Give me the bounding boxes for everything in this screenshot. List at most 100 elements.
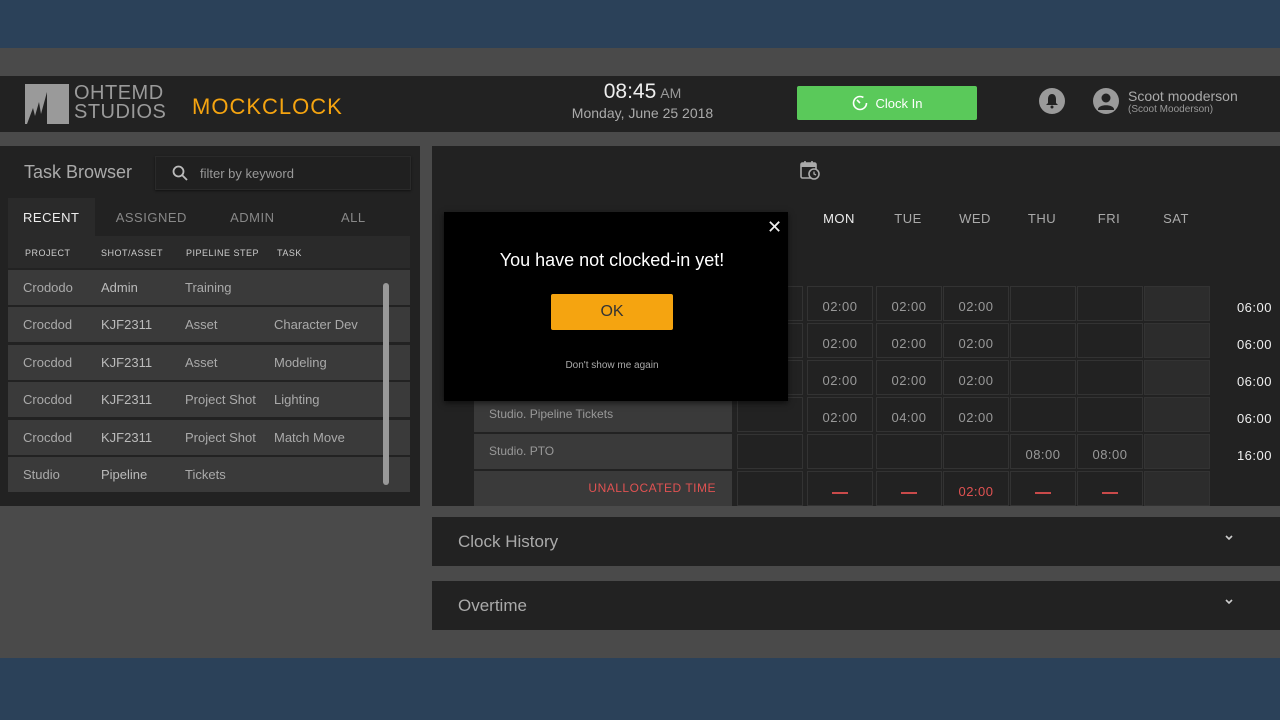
timesheet-cell-sun[interactable]	[737, 434, 803, 469]
task-cell-shot: KJF2311	[101, 317, 153, 333]
notification-bell-icon[interactable]	[1039, 88, 1065, 114]
search-box[interactable]	[155, 156, 411, 190]
timesheet-cell[interactable]: 02:00	[943, 286, 1009, 321]
dash-indicator	[832, 492, 848, 494]
col-project[interactable]: PROJECT	[25, 248, 71, 258]
timesheet-cell[interactable]: 02:00	[807, 360, 873, 395]
task-cell-project: Crocdod	[23, 354, 73, 370]
tab-assigned[interactable]: ASSIGNED	[95, 198, 208, 236]
timesheet-cell[interactable]	[1010, 360, 1076, 395]
task-cell-project: Crocdod	[23, 392, 73, 408]
timesheet-cell[interactable]: 02:00	[876, 286, 942, 321]
task-browser-panel: Task Browser RECENT ASSIGNED ADMIN ALL P…	[0, 146, 420, 506]
unallocated-time-label: UNALLOCATED TIME	[474, 471, 732, 506]
tab-admin[interactable]: ADMIN	[208, 198, 296, 236]
timesheet-cell[interactable]	[1144, 360, 1210, 395]
clock-history-section[interactable]: Clock History	[432, 517, 1280, 566]
task-cell-project: Crododo	[23, 280, 73, 295]
task-table-header: PROJECT SHOT/ASSET PIPELINE STEP TASK	[8, 236, 410, 268]
task-cell-step: Asset	[185, 317, 218, 333]
clock-history-title: Clock History	[458, 532, 559, 551]
current-date: Monday, June 25 2018	[571, 105, 714, 121]
task-cell-step: Training	[185, 280, 232, 295]
timesheet-cell[interactable]: 02:00	[943, 360, 1009, 395]
timesheet-cell[interactable]	[876, 434, 942, 469]
unallocated-cell-empty[interactable]	[876, 471, 942, 506]
timesheet-cell-sun[interactable]	[737, 471, 803, 506]
timesheet-cell[interactable]	[1144, 323, 1210, 358]
timesheet-cell[interactable]	[1077, 397, 1143, 432]
timesheet-cell[interactable]	[1010, 323, 1076, 358]
col-task[interactable]: TASK	[277, 248, 302, 258]
search-input[interactable]	[200, 165, 380, 181]
col-shot-asset[interactable]: SHOT/ASSET	[101, 248, 163, 258]
timesheet-cell[interactable]	[1010, 397, 1076, 432]
task-cell-step: Project Shot	[185, 392, 256, 408]
current-clock: 08:45 AM Monday, June 25 2018	[560, 80, 725, 121]
ok-button[interactable]: OK	[551, 294, 673, 330]
timesheet-cell[interactable]	[1077, 360, 1143, 395]
tab-recent[interactable]: RECENT	[8, 198, 95, 236]
timesheet-cell[interactable]	[1144, 397, 1210, 432]
timesheet-cell[interactable]	[1144, 434, 1210, 469]
task-list-scrollbar[interactable]	[383, 283, 389, 485]
timesheet-cell[interactable]: 02:00	[876, 360, 942, 395]
tab-all[interactable]: ALL	[297, 198, 410, 236]
task-row[interactable]: Crocdod KJF2311 Project Shot Lighting	[8, 382, 410, 418]
unallocated-cell-empty[interactable]	[1010, 471, 1076, 506]
top-strip	[0, 48, 1280, 76]
timesheet-cell[interactable]	[807, 434, 873, 469]
dont-show-again-link[interactable]: Don't show me again	[444, 360, 780, 371]
timesheet-cell[interactable]	[1010, 286, 1076, 321]
unallocated-cell[interactable]: 02:00	[943, 471, 1009, 506]
timesheet-cell-sun[interactable]	[737, 397, 803, 432]
col-pipeline-step[interactable]: PIPELINE STEP	[186, 248, 259, 258]
task-row[interactable]: Crocdod KJF2311 Project Shot Match Move	[8, 419, 410, 455]
timesheet-task-label: Studio. PTO	[474, 434, 732, 469]
unallocated-cell-empty[interactable]	[1077, 471, 1143, 506]
day-header-fri: FRI	[1097, 211, 1121, 226]
timesheet-cell[interactable]	[943, 434, 1009, 469]
timesheet-cell[interactable]: 02:00	[876, 323, 942, 358]
timesheet-cell[interactable]: 08:00	[1010, 434, 1076, 469]
calendar-clock-icon[interactable]	[800, 160, 820, 185]
timesheet-cell[interactable]: 02:00	[943, 323, 1009, 358]
row-total: 16:00	[1236, 448, 1272, 463]
not-clocked-in-dialog: ✕ You have not clocked-in yet! OK Don't …	[444, 212, 788, 401]
day-header-sat: SAT	[1163, 211, 1189, 226]
timesheet-cell[interactable]: 02:00	[807, 286, 873, 321]
studio-logo-icon	[25, 84, 69, 124]
task-cell-shot: Pipeline	[101, 466, 148, 482]
header: OHTEMD STUDIOS MOCKCLOCK 08:45 AM Monday,…	[0, 76, 1280, 132]
task-cell-project: Crocdod	[23, 429, 73, 445]
row-total: 06:00	[1236, 411, 1272, 426]
timesheet-cell[interactable]	[1077, 323, 1143, 358]
timesheet-cell[interactable]	[1077, 286, 1143, 321]
dash-indicator	[901, 492, 917, 494]
unallocated-cell[interactable]	[1144, 471, 1210, 506]
close-icon[interactable]: ✕	[767, 217, 782, 238]
clock-in-label: Clock In	[875, 95, 923, 111]
timesheet-cell[interactable]: 04:00	[876, 397, 942, 432]
am-pm: AM	[660, 85, 682, 101]
unallocated-cell-empty[interactable]	[807, 471, 873, 506]
day-header-thu: THU	[1027, 211, 1057, 226]
task-row[interactable]: Crocdod KJF2311 Asset Modeling	[8, 344, 410, 380]
task-row[interactable]: Crocdod KJF2311 Asset Character Dev	[8, 307, 410, 343]
clock-in-button[interactable]: Clock In	[797, 86, 977, 120]
user-avatar-icon[interactable]	[1093, 88, 1119, 114]
app-brand: MOCKCLOCK	[192, 94, 343, 119]
timesheet-cell[interactable]: 02:00	[807, 397, 873, 432]
timesheet-cell[interactable]: 08:00	[1077, 434, 1143, 469]
timesheet-cell[interactable]: 02:00	[943, 397, 1009, 432]
timesheet-cell[interactable]: 02:00	[807, 323, 873, 358]
row-total: 06:00	[1236, 337, 1272, 352]
user-info[interactable]: Scoot mooderson (Scoot Mooderson)	[1128, 88, 1238, 115]
timesheet-cell[interactable]	[1144, 286, 1210, 321]
day-header-wed: WED	[959, 211, 991, 226]
task-row[interactable]: Studio Pipeline Tickets	[8, 456, 410, 492]
task-cell-shot: KJF2311	[101, 392, 153, 408]
task-row[interactable]: Crododo Admin Training	[8, 270, 410, 305]
overtime-section[interactable]: Overtime	[432, 581, 1280, 630]
task-cell-step: Asset	[185, 354, 218, 370]
